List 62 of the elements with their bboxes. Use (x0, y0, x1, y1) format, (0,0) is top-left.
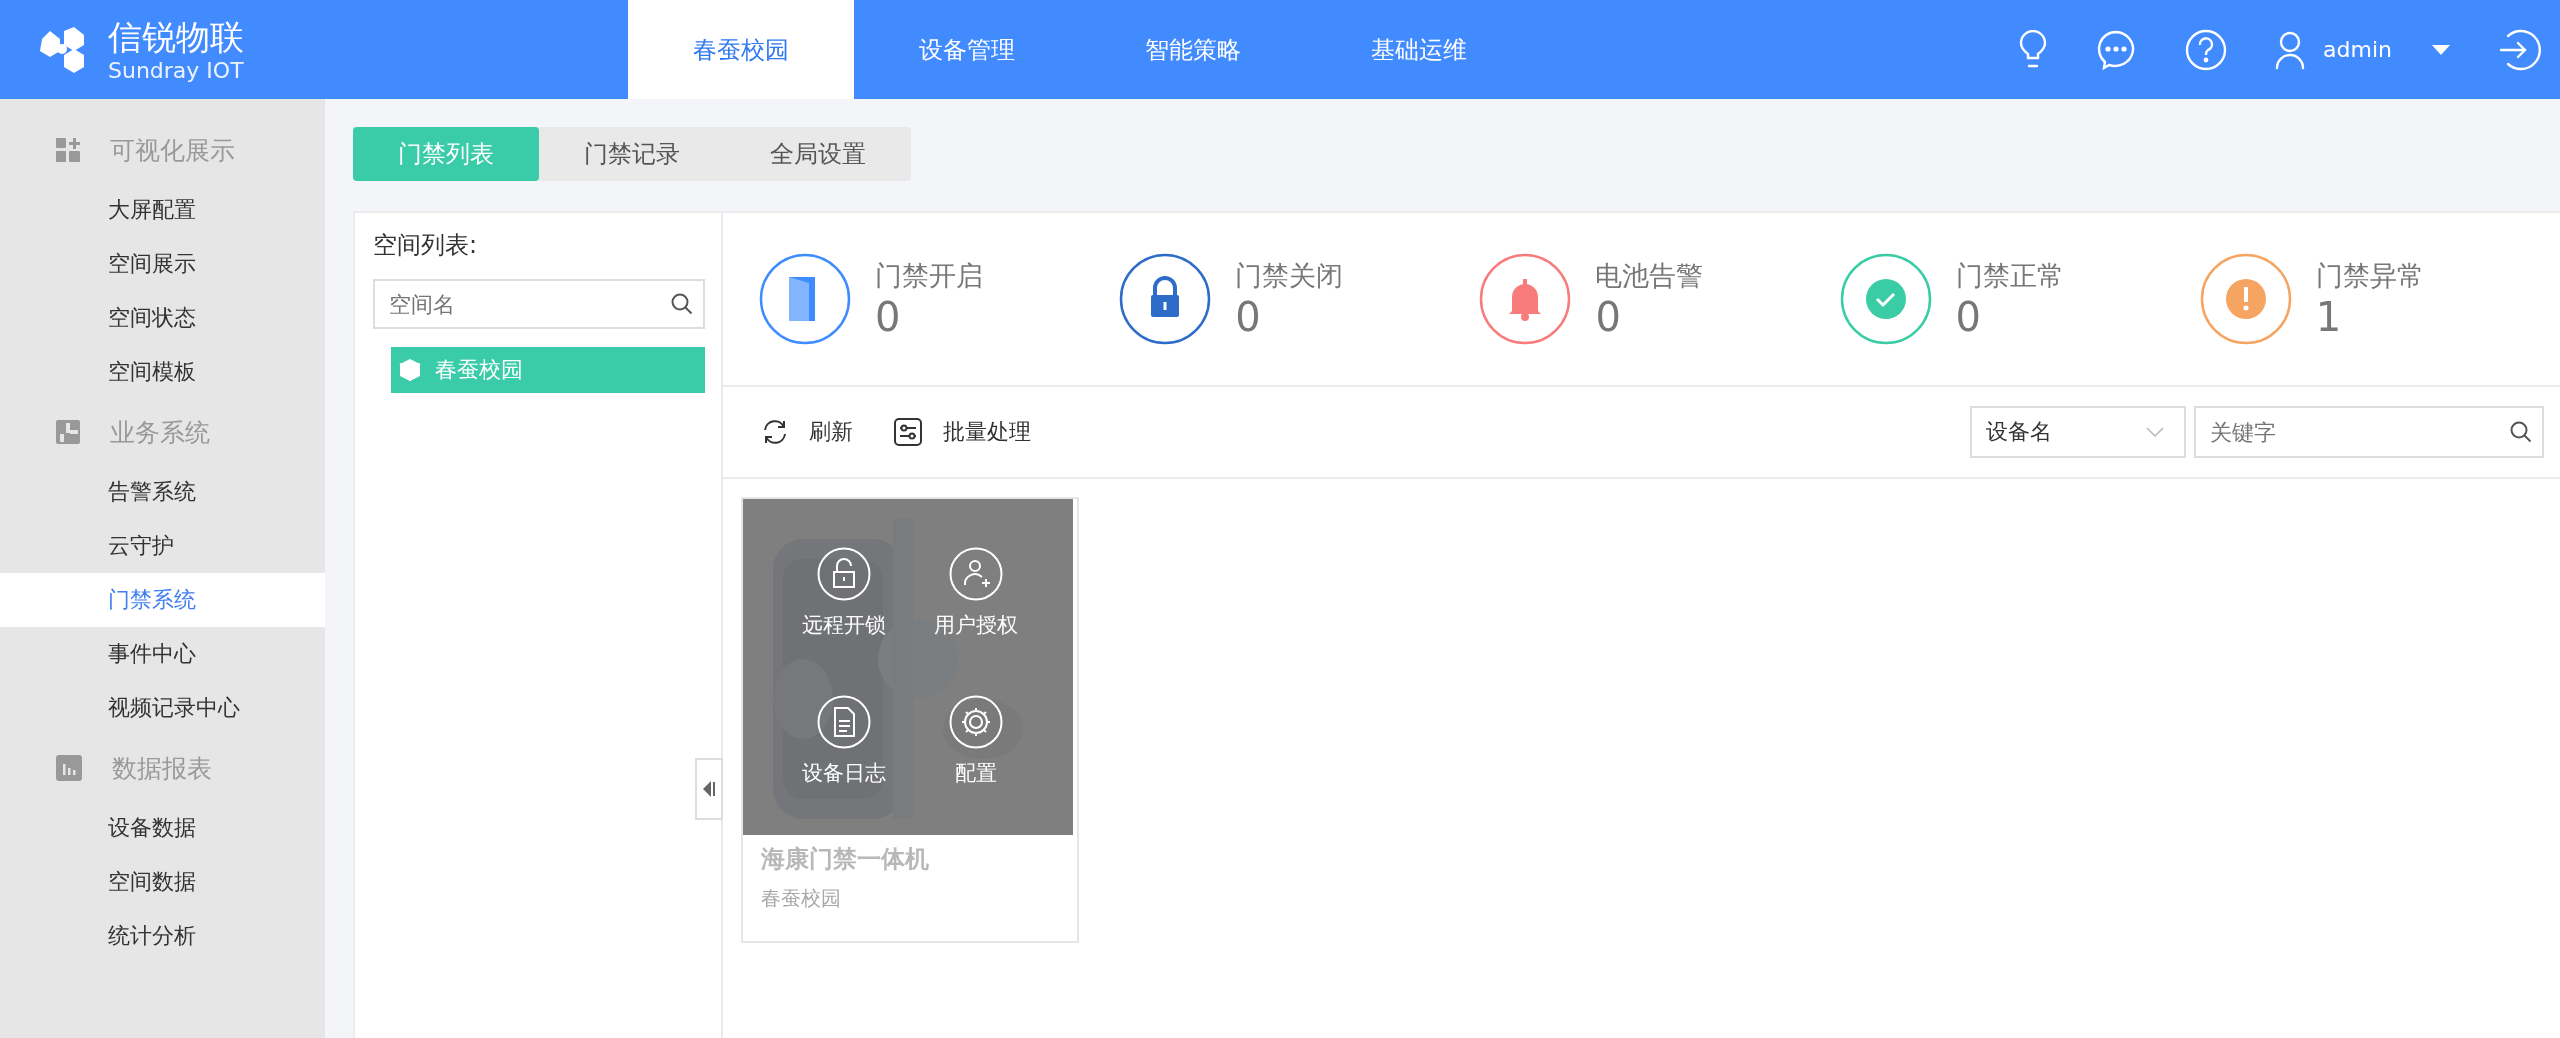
stat-label: 门禁关闭 (1235, 259, 1344, 293)
grid-icon (56, 138, 80, 162)
layout-icon (56, 420, 80, 444)
refresh-icon[interactable] (761, 418, 789, 446)
lightbulb-icon[interactable] (2019, 29, 2048, 70)
unlock-icon[interactable] (817, 547, 871, 601)
sidebar-item[interactable]: 空间展示 (0, 237, 325, 291)
sidebar-item[interactable]: 空间数据 (0, 855, 325, 909)
settings-icon[interactable] (949, 695, 1003, 749)
collapse-handle[interactable] (695, 758, 723, 820)
sliders-icon[interactable] (893, 417, 923, 447)
logo-name: 信锐物联 (108, 15, 244, 58)
card-action-button[interactable]: 设备日志 (778, 667, 910, 815)
stat-label: 门禁开启 (875, 259, 983, 293)
device-location: 春蚕校园 (761, 885, 842, 912)
stat-value: 0 (1235, 294, 1262, 340)
card-action-button[interactable]: 配置 (910, 667, 1042, 815)
search-icon[interactable] (2510, 421, 2532, 443)
device-field-select[interactable]: 设备名 (1970, 406, 2186, 458)
space-search-field[interactable]: 空间名 (373, 279, 705, 329)
stat-value: 0 (1595, 294, 1622, 340)
card-action-button[interactable]: 远程开锁 (778, 519, 910, 667)
toolbar-button[interactable]: 批量处理 (893, 417, 1031, 447)
document-icon[interactable] (817, 695, 871, 749)
nav-tab[interactable]: 设备管理 (854, 0, 1080, 99)
device-card[interactable]: 远程开锁 用户授权 设备日志 配置 海康门禁一体机 春蚕校园 (741, 497, 1079, 943)
stat-value: 1 (2315, 294, 2343, 340)
nav-tab[interactable]: 智能策略 (1080, 0, 1306, 99)
sidebar-item[interactable]: 空间模板 (0, 345, 325, 399)
sidebar-item[interactable]: 云守护 (0, 519, 325, 573)
stat-label: 电池告警 (1595, 259, 1704, 293)
logout-icon[interactable] (2498, 27, 2542, 72)
nav-tab[interactable]: 基础运维 (1306, 0, 1532, 99)
help-icon[interactable] (2185, 28, 2228, 71)
user-icon[interactable] (2275, 29, 2306, 70)
card-action-button[interactable]: 用户授权 (910, 519, 1042, 667)
sidebar-item[interactable]: 视频记录中心 (0, 681, 325, 735)
sidebar-item[interactable]: 告警系统 (0, 465, 325, 519)
keyword-field[interactable]: 关键字 (2194, 406, 2544, 458)
sidebar-item[interactable]: 空间状态 (0, 291, 325, 345)
user-name[interactable]: admin (2323, 37, 2392, 62)
add-user-icon[interactable] (949, 547, 1003, 601)
sidebar-item[interactable]: 大屏配置 (0, 183, 325, 237)
search-icon[interactable] (671, 293, 693, 315)
sidebar-item[interactable]: 统计分析 (0, 909, 325, 963)
subtab[interactable]: 全局设置 (725, 127, 911, 181)
sidebar-item[interactable]: 门禁系统 (0, 573, 325, 627)
device-name: 海康门禁一体机 (761, 844, 930, 875)
sidebar-item[interactable]: 设备数据 (0, 801, 325, 855)
nav-tab[interactable]: 春蚕校园 (628, 0, 854, 99)
stat-label: 门禁正常 (1955, 259, 2064, 293)
logo-subtitle: Sundray IOT (108, 57, 244, 84)
stat-value: 0 (1955, 294, 1983, 340)
bar-chart-icon (56, 755, 82, 781)
caret-icon[interactable] (2432, 44, 2450, 55)
stat-label: 门禁异常 (2315, 259, 2424, 293)
collapse-icon[interactable] (702, 780, 716, 798)
toolbar-button[interactable]: 刷新 (761, 417, 853, 447)
subtab[interactable]: 门禁记录 (539, 127, 725, 181)
space-list-title: 空间列表: (373, 230, 479, 261)
stat-value: 0 (875, 294, 902, 340)
sidebar-item[interactable]: 事件中心 (0, 627, 325, 681)
